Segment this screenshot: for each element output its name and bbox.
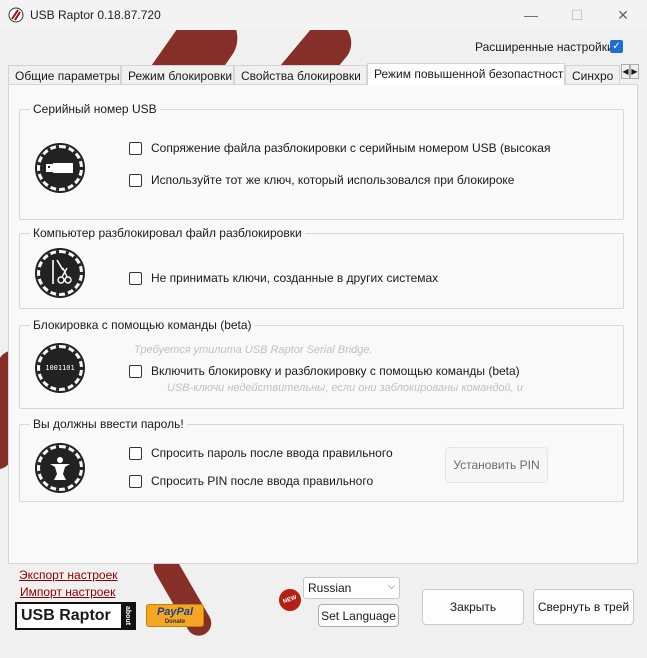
import-settings-link[interactable]: Импорт настроек [20,585,115,599]
title-bar: USB Raptor 0.18.87.720 — ☐ ✕ [0,0,647,30]
binary-command-icon: 1001101 [35,343,85,393]
group-password-title: Вы должны ввести пароль! [30,417,187,431]
tab-scroll-left-icon[interactable]: ◀ [621,64,630,79]
command-hint-bottom: USB-ключи недействительны, если они забл… [167,382,523,394]
group-computer-title: Компьютер разблокировал файл разблокиров… [30,226,305,240]
usb-key-icon [35,143,85,193]
serial-pairing-label: Сопряжение файла разблокировки с серийны… [151,141,551,155]
paypal-donate-text: Donate [164,619,186,625]
usb-raptor-logo[interactable]: USB Raptor about [15,602,136,630]
same-key-checkbox[interactable] [129,173,142,187]
advanced-settings-checkbox[interactable]: ✓ [610,40,623,53]
set-language-button[interactable]: Set Language [318,604,399,627]
close-window-button[interactable]: ✕ [600,0,646,30]
option-ask-password[interactable]: Спросить пароль после ввода правильного [129,446,393,460]
language-select[interactable]: Russian ⌵ [303,577,400,599]
window-title: USB Raptor 0.18.87.720 [30,8,161,22]
export-settings-link[interactable]: Экспорт настроек [19,568,118,582]
minimize-to-tray-button[interactable]: Свернуть в трей [533,589,634,625]
reject-foreign-keys-checkbox[interactable] [129,271,142,285]
group-command-title: Блокировка с помощью команды (beta) [30,318,255,332]
close-button[interactable]: Закрыть [422,589,524,625]
group-computer: Компьютер разблокировал файл разблокиров… [19,226,624,309]
tab-lock-mode[interactable]: Режим блокировки [121,65,234,84]
tab-sync[interactable]: Синхро [565,65,620,84]
paypal-donate-button[interactable]: PayPal Donate [146,604,204,627]
command-hint-top: Требуется утилита USB Raptor Serial Brid… [134,344,373,356]
tab-bar: Общие параметры Режим блокировки Свойств… [8,63,638,85]
guard-figure-icon [35,443,85,493]
command-lock-label: Включить блокировку и разблокировку с по… [151,364,520,378]
minimize-button[interactable]: — [508,0,554,30]
option-command-lock[interactable]: Включить блокировку и разблокировку с по… [129,364,520,378]
ask-password-label: Спросить пароль после ввода правильного [151,446,393,460]
tab-lock-properties[interactable]: Свойства блокировки [234,65,367,84]
cut-cable-icon [35,248,85,298]
ask-pin-checkbox[interactable] [129,474,142,488]
app-icon [8,7,24,23]
option-ask-pin[interactable]: Спросить PIN после ввода правильного [129,474,373,488]
option-same-key[interactable]: Используйте тот же ключ, который использ… [129,173,514,187]
group-serial: Серийный номер USB Сопряжение файла разб… [19,102,624,220]
about-tag: about [121,604,134,628]
same-key-label: Используйте тот же ключ, который использ… [151,173,515,187]
serial-pairing-checkbox[interactable] [129,141,142,155]
reject-foreign-keys-label: Не принимать ключи, созданные в других с… [151,271,439,285]
group-command: Блокировка с помощью команды (beta) 1001… [19,318,624,409]
tab-enhanced-security[interactable]: Режим повышенной безопастности [367,63,565,85]
option-reject-foreign-keys[interactable]: Не принимать ключи, созданные в других с… [129,271,438,285]
ask-password-checkbox[interactable] [129,446,142,460]
group-serial-title: Серийный номер USB [30,102,160,116]
tab-scroll-right-icon[interactable]: ▶ [630,64,639,79]
language-value: Russian [308,581,352,595]
set-pin-button[interactable]: Установить PIN [445,447,548,483]
advanced-settings-label: Расширенные настройки [475,40,614,54]
tab-general[interactable]: Общие параметры [8,65,121,84]
tab-panel: Серийный номер USB Сопряжение файла разб… [8,84,638,564]
logo-text: USB Raptor [21,607,111,624]
tab-scroll-arrows: ◀ ▶ [621,64,639,79]
ask-pin-label: Спросить PIN после ввода правильного [151,474,374,488]
chevron-down-icon: ⌵ [388,581,395,591]
command-lock-checkbox[interactable] [129,364,142,378]
paypal-text: PayPal [156,606,194,618]
maximize-button[interactable]: ☐ [554,0,600,30]
option-serial-pairing[interactable]: Сопряжение файла разблокировки с серийны… [129,141,550,155]
